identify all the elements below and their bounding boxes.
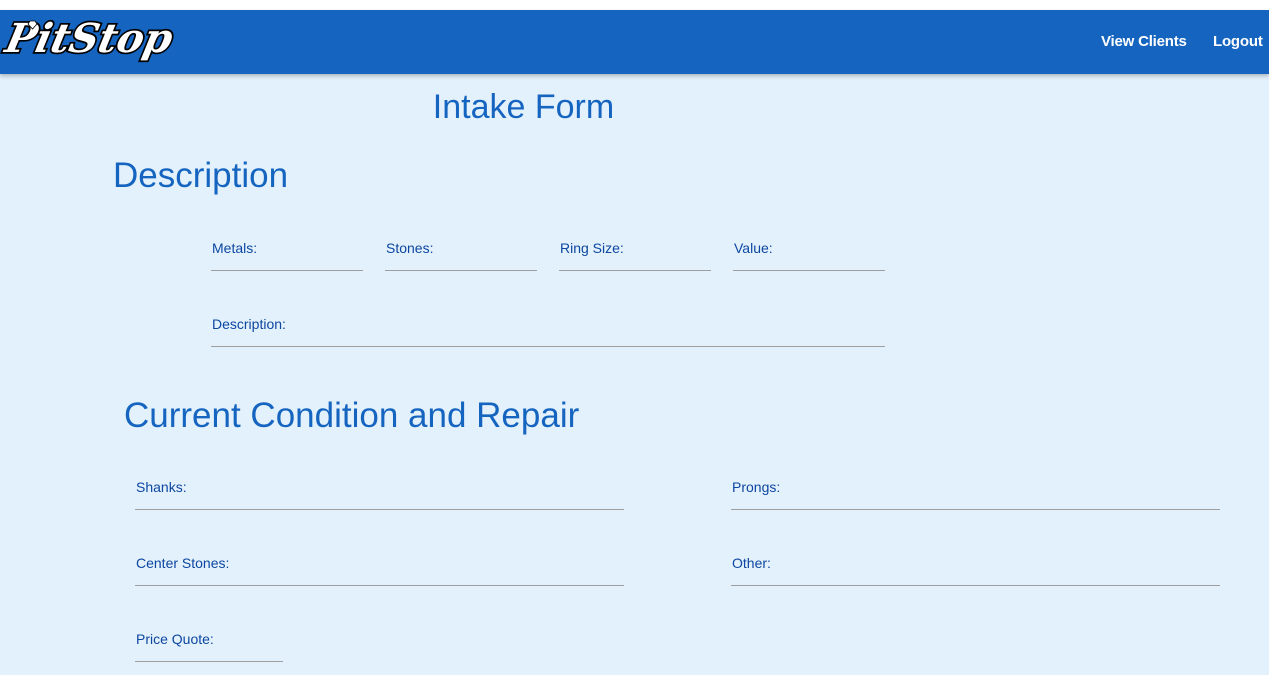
center-stones-input[interactable]	[135, 559, 624, 585]
price-quote-input[interactable]	[135, 635, 283, 661]
value-input[interactable]	[733, 244, 885, 270]
value-field[interactable]: Value:	[733, 233, 885, 271]
other-input[interactable]	[731, 559, 1220, 585]
prongs-field[interactable]: Prongs:	[731, 472, 1220, 510]
description-section-title: Description	[113, 156, 289, 195]
logout-link[interactable]: Logout	[1213, 33, 1263, 50]
navbar: PitStop View Clients Logout	[0, 10, 1269, 74]
logo-wordmark: PitStop	[0, 14, 177, 61]
other-field[interactable]: Other:	[731, 548, 1220, 586]
shanks-input[interactable]	[135, 483, 624, 509]
description-input[interactable]	[211, 320, 885, 346]
stones-input[interactable]	[385, 244, 537, 270]
condition-section-title: Current Condition and Repair	[124, 396, 580, 435]
shanks-field[interactable]: Shanks:	[135, 472, 624, 510]
ring-size-field[interactable]: Ring Size:	[559, 233, 711, 271]
stones-field[interactable]: Stones:	[385, 233, 537, 271]
prongs-input[interactable]	[731, 483, 1220, 509]
description-field[interactable]: Description:	[211, 309, 885, 347]
metals-field[interactable]: Metals:	[211, 233, 363, 271]
page-title: Intake Form	[432, 88, 615, 126]
ring-size-input[interactable]	[559, 244, 711, 270]
pitstop-logo[interactable]: PitStop	[0, 12, 190, 70]
top-strip	[0, 0, 1269, 10]
view-clients-link[interactable]: View Clients	[1101, 33, 1187, 50]
center-stones-field[interactable]: Center Stones:	[135, 548, 624, 586]
metals-input[interactable]	[211, 244, 363, 270]
price-quote-field[interactable]: Price Quote:	[135, 624, 283, 662]
